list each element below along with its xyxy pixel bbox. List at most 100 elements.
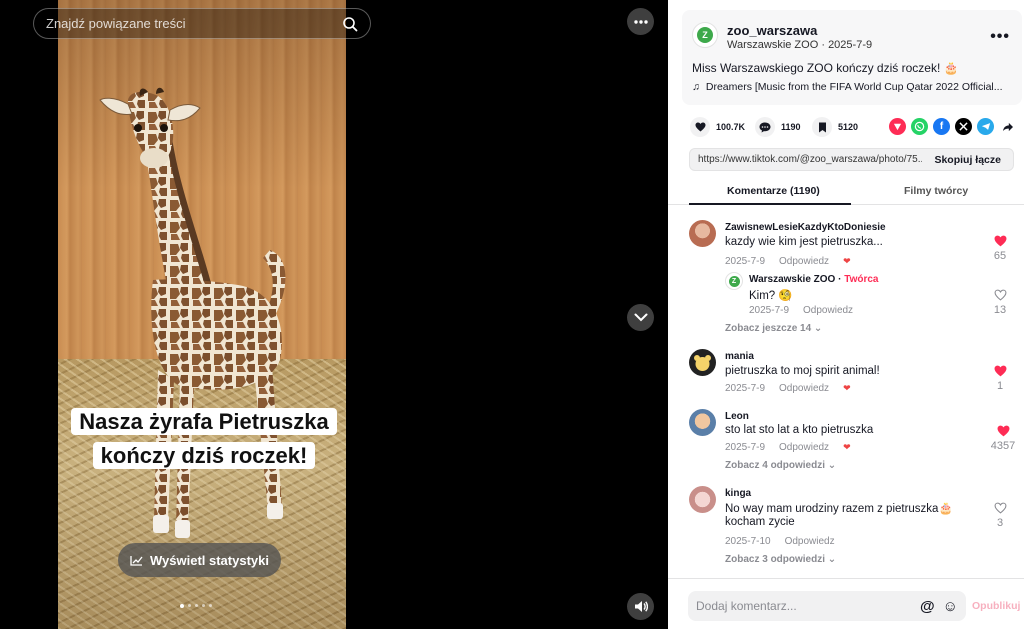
repost-icon[interactable] bbox=[889, 118, 906, 135]
creator-badge: Twórca bbox=[844, 274, 879, 285]
tab-comments[interactable]: Komentarze (1190) bbox=[727, 185, 820, 197]
chevron-down-icon bbox=[634, 313, 647, 322]
active-tab-indicator bbox=[689, 203, 851, 205]
view-stats-label: Wyświetl statystyki bbox=[150, 552, 269, 568]
comment-like[interactable]: 65 bbox=[988, 235, 1012, 262]
comment-like[interactable]: 4357 bbox=[988, 425, 1018, 452]
comment-date: 2025-7-9 bbox=[725, 442, 766, 453]
commenter-avatar[interactable] bbox=[689, 409, 716, 436]
commenter-name[interactable]: Leon bbox=[725, 411, 749, 422]
replier-name-text[interactable]: Warszawskie ZOO bbox=[749, 274, 835, 285]
commenter-avatar[interactable] bbox=[689, 349, 716, 376]
related-search-bar[interactable] bbox=[33, 8, 371, 39]
save-count: 5120 bbox=[838, 122, 859, 132]
tab-creator-videos[interactable]: Filmy twórcy bbox=[904, 185, 968, 197]
telegram-icon[interactable] bbox=[977, 118, 994, 135]
facebook-icon[interactable]: f bbox=[933, 118, 950, 135]
comment-input-box[interactable]: @ ☺ bbox=[688, 591, 966, 621]
view-replies-button[interactable]: Zobacz 4 odpowiedzi ⌄ bbox=[725, 460, 836, 471]
comment-like-count: 4357 bbox=[990, 440, 1016, 452]
reply-like-count: 13 bbox=[993, 304, 1007, 316]
whatsapp-icon[interactable] bbox=[911, 118, 928, 135]
replier-name[interactable]: Warszawskie ZOO · Twórca bbox=[749, 274, 879, 285]
post-description: Miss Warszawskiego ZOO kończy dziś rocze… bbox=[692, 61, 959, 75]
more-options-button[interactable] bbox=[627, 8, 654, 35]
comment-meta: 2025-7-9 Odpowiedz ❤ bbox=[725, 383, 851, 394]
music-title[interactable]: Dreamers [Music from the FIFA World Cup … bbox=[706, 81, 1003, 93]
save-button[interactable]: 5120 bbox=[812, 117, 858, 137]
photo-viewer: Nasza żyrafa Pietruszka kończy dziś rocz… bbox=[0, 0, 668, 629]
comment-date: 2025-7-9 bbox=[725, 256, 766, 267]
reply-button[interactable]: Odpowiedz bbox=[785, 536, 835, 547]
commenter-name[interactable]: ZawisnewLesieKazdyKtoDoniesie bbox=[725, 222, 886, 233]
giraffe-photo bbox=[58, 0, 346, 629]
reply-button[interactable]: Odpowiedz bbox=[779, 383, 829, 394]
comment-like[interactable]: 3 bbox=[988, 502, 1012, 529]
comment-like[interactable]: 1 bbox=[988, 365, 1012, 392]
share-link-row: https://www.tiktok.com/@zoo_warszawa/pho… bbox=[689, 148, 1014, 171]
reaction-icon[interactable]: ❤ bbox=[843, 256, 851, 267]
commenter-name[interactable]: kinga bbox=[725, 488, 751, 499]
action-bar: 100.7K 1190 5120 f bbox=[690, 117, 1016, 137]
music-note-icon: ♫ bbox=[692, 81, 700, 93]
share-arrow-icon[interactable] bbox=[999, 118, 1016, 135]
author-avatar[interactable]: Z bbox=[692, 22, 718, 48]
reply-button[interactable]: Odpowiedz bbox=[803, 305, 853, 316]
like-button[interactable]: 100.7K bbox=[690, 117, 745, 137]
reply-button[interactable]: Odpowiedz bbox=[779, 442, 829, 453]
comment-input[interactable] bbox=[696, 599, 913, 613]
comment-text: kazdy wie kim jest pietruszka... bbox=[725, 236, 883, 248]
commenter-avatar[interactable] bbox=[689, 486, 716, 513]
volume-button[interactable] bbox=[627, 593, 654, 620]
commenter-avatar[interactable] bbox=[689, 220, 716, 247]
comment-list: ZawisnewLesieKazdyKtoDoniesie kazdy wie … bbox=[668, 210, 1024, 580]
view-stats-button[interactable]: Wyświetl statystyki bbox=[118, 543, 281, 577]
comment-date: 2025-7-10 bbox=[725, 536, 771, 547]
comment-meta: 2025-7-9 Odpowiedz ❤ bbox=[725, 256, 851, 267]
caption-line-1: Nasza żyrafa Pietruszka bbox=[71, 408, 337, 435]
reaction-icon[interactable]: ❤ bbox=[843, 383, 851, 394]
author-display-name[interactable]: Warszawskie ZOO bbox=[727, 39, 818, 51]
share-url[interactable]: https://www.tiktok.com/@zoo_warszawa/pho… bbox=[690, 154, 922, 165]
bookmark-icon bbox=[818, 122, 826, 132]
post-more-icon[interactable]: ••• bbox=[990, 28, 1010, 46]
search-icon[interactable] bbox=[342, 16, 358, 32]
view-more-replies-label[interactable]: Zobacz jeszcze 14 ⌄ bbox=[725, 323, 822, 334]
more-icon bbox=[633, 19, 648, 24]
heart-filled-icon bbox=[997, 425, 1009, 437]
search-input[interactable] bbox=[46, 16, 342, 31]
comment-text: No way mam urodziny razem z pietruszka🎂 bbox=[725, 503, 953, 515]
heart-outline-icon bbox=[994, 502, 1006, 514]
reply-button[interactable]: Odpowiedz bbox=[779, 256, 829, 267]
reaction-icon[interactable]: ❤ bbox=[843, 442, 851, 453]
chart-icon bbox=[130, 555, 143, 566]
view-replies-button[interactable]: Zobacz 3 odpowiedzi ⌄ bbox=[725, 554, 836, 565]
comment-count: 1190 bbox=[781, 122, 801, 132]
comment-meta: 2025-7-9 Odpowiedz ❤ bbox=[725, 442, 851, 453]
commenter-name[interactable]: mania bbox=[725, 351, 754, 362]
comment-text: sto lat sto lat a kto pietruszka bbox=[725, 424, 874, 436]
volume-icon bbox=[634, 601, 648, 612]
heart-icon bbox=[695, 122, 705, 132]
comment-like-count: 65 bbox=[993, 250, 1007, 262]
comment-composer: @ ☺ Opublikuj bbox=[668, 578, 1024, 629]
reply-date: 2025-7-9 bbox=[749, 305, 790, 316]
post-date: 2025-7-9 bbox=[828, 39, 873, 51]
replier-avatar[interactable]: Z bbox=[725, 272, 743, 290]
comment-button[interactable]: 1190 bbox=[755, 117, 801, 137]
copy-link-button[interactable]: Skopiuj łącze bbox=[922, 154, 1013, 166]
mention-icon[interactable]: @ bbox=[920, 598, 935, 615]
publish-button[interactable]: Opublikuj bbox=[972, 600, 1020, 612]
caption-line-2: kończy dziś roczek! bbox=[92, 442, 316, 469]
carousel-indicator[interactable] bbox=[180, 603, 212, 608]
post-info-card: Z zoo_warszawa Warszawskie ZOO · 2025-7-… bbox=[682, 10, 1022, 105]
music-track[interactable]: ♫ Dreamers [Music from the FIFA World Cu… bbox=[692, 81, 1003, 93]
author-username[interactable]: zoo_warszawa bbox=[727, 23, 817, 38]
comment-text: pietruszka to moj spirit animal! bbox=[725, 365, 880, 377]
comment-like-count: 3 bbox=[996, 517, 1004, 529]
comment-text-line2: kocham zycie bbox=[725, 516, 795, 528]
reply-like[interactable]: 13 bbox=[988, 289, 1012, 316]
next-post-button[interactable] bbox=[627, 304, 654, 331]
x-icon[interactable] bbox=[955, 118, 972, 135]
emoji-icon[interactable]: ☺ bbox=[943, 598, 958, 615]
